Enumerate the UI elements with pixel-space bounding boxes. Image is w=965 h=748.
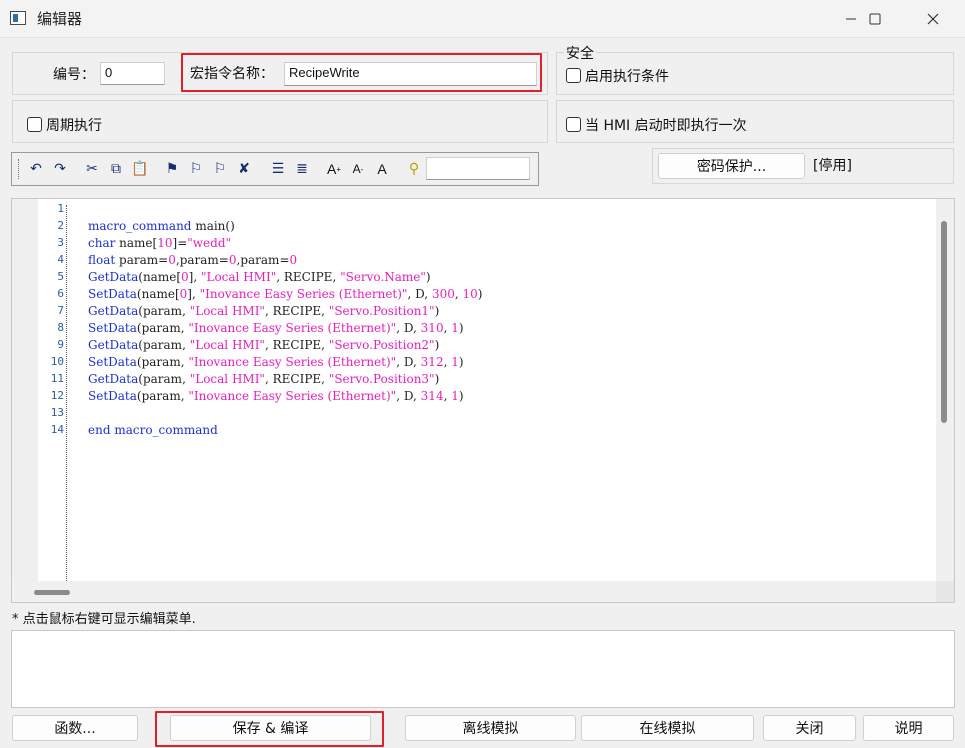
code-line: macro_command main() bbox=[88, 219, 235, 233]
code-line: SetData(param, "Inovance Easy Series (Et… bbox=[88, 355, 464, 369]
line-number: 11 bbox=[50, 372, 64, 385]
close-icon bbox=[927, 13, 939, 25]
redo-icon[interactable]: ↷ bbox=[50, 159, 70, 179]
code-line: float param=0,param=0,param=0 bbox=[88, 253, 298, 267]
close-window-button[interactable] bbox=[910, 0, 956, 38]
line-number: 13 bbox=[50, 406, 64, 419]
editor-toolbar: ↶ ↷ ✂ ⧉ 📋 ⚑ ⚐ ⚐ ✘ ☰ ≣ A + A- A ⚲ bbox=[11, 152, 539, 186]
code-line: SetData(param, "Inovance Easy Series (Et… bbox=[88, 321, 464, 335]
save-compile-button[interactable]: 保存 & 编译 bbox=[170, 715, 371, 741]
offline-simulation-button[interactable]: 离线模拟 bbox=[405, 715, 576, 741]
prev-bookmark-icon[interactable]: ⚐ bbox=[210, 159, 230, 179]
title-bar bbox=[0, 0, 965, 38]
macro-name-field[interactable]: RecipeWrite bbox=[284, 62, 537, 86]
vertical-scroll-thumb[interactable] bbox=[941, 221, 947, 423]
font-increase-icon[interactable]: A + bbox=[324, 159, 344, 179]
number-field[interactable]: 0 bbox=[100, 62, 165, 85]
line-number: 2 bbox=[57, 219, 64, 232]
code-editor[interactable]: 1 2 3 4 5 6 7 8 9 10 11 12 13 14 macro_command main()… bbox=[11, 198, 955, 603]
output-box[interactable] bbox=[11, 630, 955, 708]
online-simulation-button[interactable]: 在线模拟 bbox=[581, 715, 754, 741]
font-decrease-icon[interactable]: A- bbox=[348, 159, 368, 179]
line-number: 8 bbox=[57, 321, 64, 334]
line-number: 1 bbox=[57, 202, 64, 215]
fold-margin bbox=[66, 205, 67, 581]
paste-icon[interactable]: 📋 bbox=[130, 159, 150, 179]
code-line: GetData(param, "Local HMI", RECIPE, "Ser… bbox=[88, 372, 440, 386]
vertical-scrollbar[interactable] bbox=[936, 199, 954, 581]
undo-icon[interactable]: ↶ bbox=[26, 159, 46, 179]
line-number: 9 bbox=[57, 338, 64, 351]
indent-icon[interactable]: ☰ bbox=[268, 159, 288, 179]
security-title: 安全 bbox=[564, 43, 596, 63]
cut-icon[interactable]: ✂ bbox=[82, 159, 102, 179]
code-line: SetData(param, "Inovance Easy Series (Et… bbox=[88, 389, 464, 403]
line-number: 14 bbox=[50, 423, 64, 436]
line-number: 4 bbox=[57, 253, 64, 266]
run-once-label: 当 HMI 启动时即执行一次 bbox=[585, 118, 747, 134]
clear-bookmark-icon[interactable]: ✘ bbox=[234, 159, 254, 179]
line-number: 3 bbox=[57, 236, 64, 249]
code-line: char name[10]="wedd" bbox=[88, 236, 232, 250]
toggle-bookmark-icon[interactable]: ⚑ bbox=[162, 159, 182, 179]
code-line: end macro_command bbox=[88, 423, 218, 437]
maximize-button[interactable] bbox=[852, 0, 898, 38]
periodic-label: 周期执行 bbox=[46, 118, 102, 134]
copy-icon[interactable]: ⧉ bbox=[106, 159, 126, 179]
macro-name-label: 宏指令名称： bbox=[190, 66, 274, 82]
app-icon bbox=[10, 11, 26, 25]
number-label: 编号： bbox=[53, 67, 95, 83]
help-button[interactable]: 说明 bbox=[863, 715, 954, 741]
enable-condition-label: 启用执行条件 bbox=[585, 69, 669, 85]
font-reset-icon[interactable]: A bbox=[372, 159, 392, 179]
code-line: GetData(param, "Local HMI", RECIPE, "Ser… bbox=[88, 338, 440, 352]
password-status: [停用] bbox=[813, 158, 852, 174]
periodic-checkbox[interactable] bbox=[27, 117, 42, 132]
line-number: 10 bbox=[50, 355, 64, 368]
functions-button[interactable]: 函数... bbox=[12, 715, 138, 741]
horizontal-scroll-thumb[interactable] bbox=[34, 590, 70, 595]
password-button[interactable]: 密码保护... bbox=[658, 153, 805, 179]
close-button[interactable]: 关闭 bbox=[763, 715, 856, 741]
find-icon[interactable]: ⚲ bbox=[404, 159, 424, 179]
horizontal-scrollbar[interactable] bbox=[12, 581, 936, 602]
maximize-icon bbox=[869, 13, 881, 25]
code-line: GetData(name[0], "Local HMI", RECIPE, "S… bbox=[88, 270, 431, 284]
next-bookmark-icon[interactable]: ⚐ bbox=[186, 159, 206, 179]
line-number: 5 bbox=[57, 270, 64, 283]
window-title: 编辑器 bbox=[37, 10, 83, 28]
line-number: 6 bbox=[57, 287, 64, 300]
scroll-corner bbox=[936, 581, 954, 602]
enable-condition-checkbox[interactable] bbox=[566, 68, 581, 83]
hint-text: * 点击鼠标右键可显示编辑菜单. bbox=[12, 612, 196, 627]
line-number: 7 bbox=[57, 304, 64, 317]
code-line: SetData(name[0], "Inovance Easy Series (… bbox=[88, 287, 483, 301]
bookmark-margin bbox=[12, 199, 38, 581]
run-once-checkbox[interactable] bbox=[566, 117, 581, 132]
outdent-icon[interactable]: ≣ bbox=[292, 159, 312, 179]
code-line: GetData(param, "Local HMI", RECIPE, "Ser… bbox=[88, 304, 440, 318]
line-number-gutter: 1 2 3 4 5 6 7 8 9 10 11 12 13 14 bbox=[38, 199, 66, 581]
find-input[interactable] bbox=[426, 157, 530, 180]
line-number: 12 bbox=[50, 389, 64, 402]
